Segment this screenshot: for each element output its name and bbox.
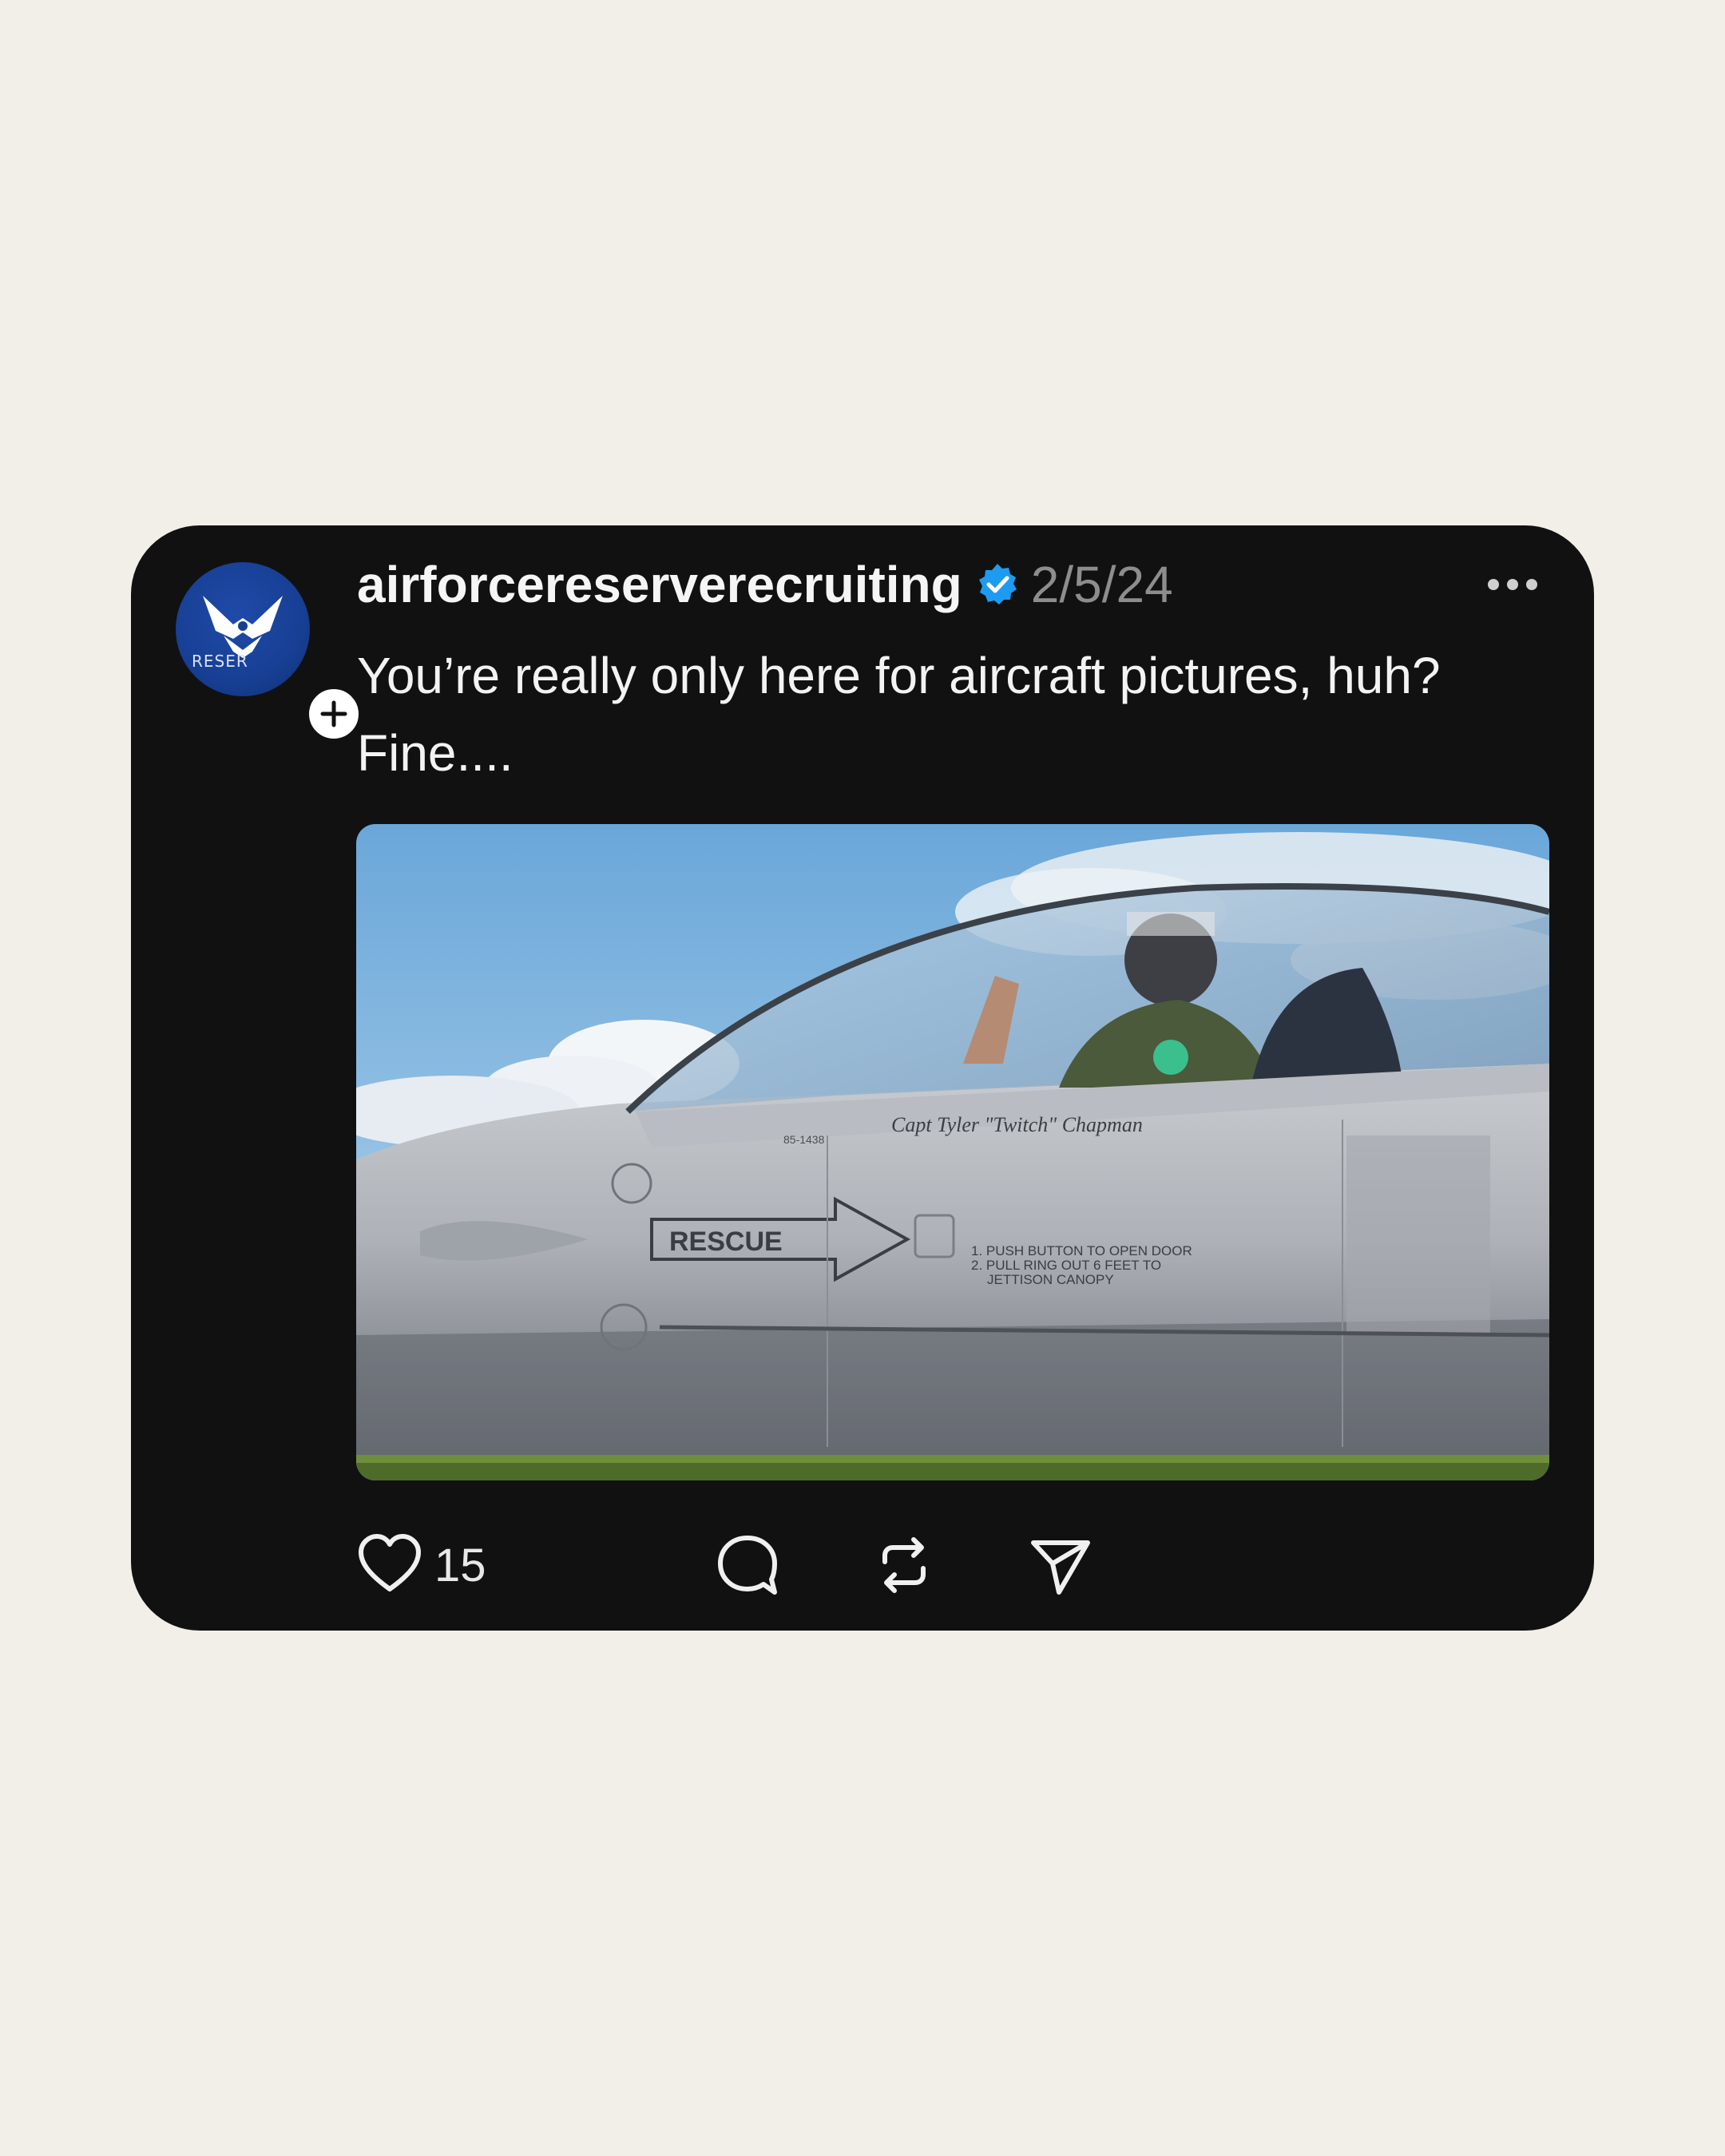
post-header: airforcereserverecruiting 2/5/24 bbox=[357, 549, 1173, 620]
air-force-wings-logo: RESER bbox=[176, 562, 310, 696]
post-card: RESER airforcereserverecruiting 2/5/24 Y… bbox=[131, 525, 1594, 1631]
post-image[interactable]: Capt Tyler "Twitch" Chapman 85-1438 RESC… bbox=[356, 824, 1549, 1480]
more-options-button[interactable] bbox=[1481, 569, 1545, 600]
follow-button[interactable] bbox=[303, 684, 364, 744]
svg-text:85-1438: 85-1438 bbox=[783, 1133, 825, 1146]
svg-text:RESCUE: RESCUE bbox=[669, 1227, 783, 1257]
svg-text:Capt Tyler "Twitch" Chapman: Capt Tyler "Twitch" Chapman bbox=[891, 1113, 1143, 1136]
post-caption: You’re really only here for aircraft pic… bbox=[357, 647, 1441, 782]
repost-icon bbox=[882, 1537, 926, 1593]
like-count: 15 bbox=[434, 1539, 486, 1591]
svg-text:1. PUSH BUTTON TO OPEN DOOR: 1. PUSH BUTTON TO OPEN DOOR bbox=[971, 1243, 1192, 1258]
comment-button[interactable] bbox=[714, 1528, 781, 1602]
plus-icon bbox=[320, 700, 347, 727]
post-date: 2/5/24 bbox=[1030, 556, 1173, 613]
svg-text:2. PULL RING OUT 6 FEET TO: 2. PULL RING OUT 6 FEET TO bbox=[971, 1258, 1161, 1273]
username-link[interactable]: airforcereserverecruiting bbox=[357, 555, 962, 614]
ellipsis-icon bbox=[1488, 579, 1537, 590]
send-icon bbox=[1031, 1540, 1090, 1595]
comment-bubble-icon bbox=[718, 1536, 777, 1595]
verified-badge-icon bbox=[978, 564, 1017, 604]
repost-button[interactable] bbox=[870, 1528, 938, 1602]
avatar[interactable]: RESER bbox=[176, 562, 364, 744]
svg-text:JETTISON CANOPY: JETTISON CANOPY bbox=[987, 1272, 1114, 1287]
like-button[interactable]: 15 bbox=[356, 1528, 486, 1602]
share-button[interactable] bbox=[1027, 1528, 1094, 1602]
avatar-text: RESER bbox=[192, 652, 248, 671]
heart-icon bbox=[359, 1534, 421, 1591]
action-bar: 15 bbox=[356, 1528, 1090, 1602]
